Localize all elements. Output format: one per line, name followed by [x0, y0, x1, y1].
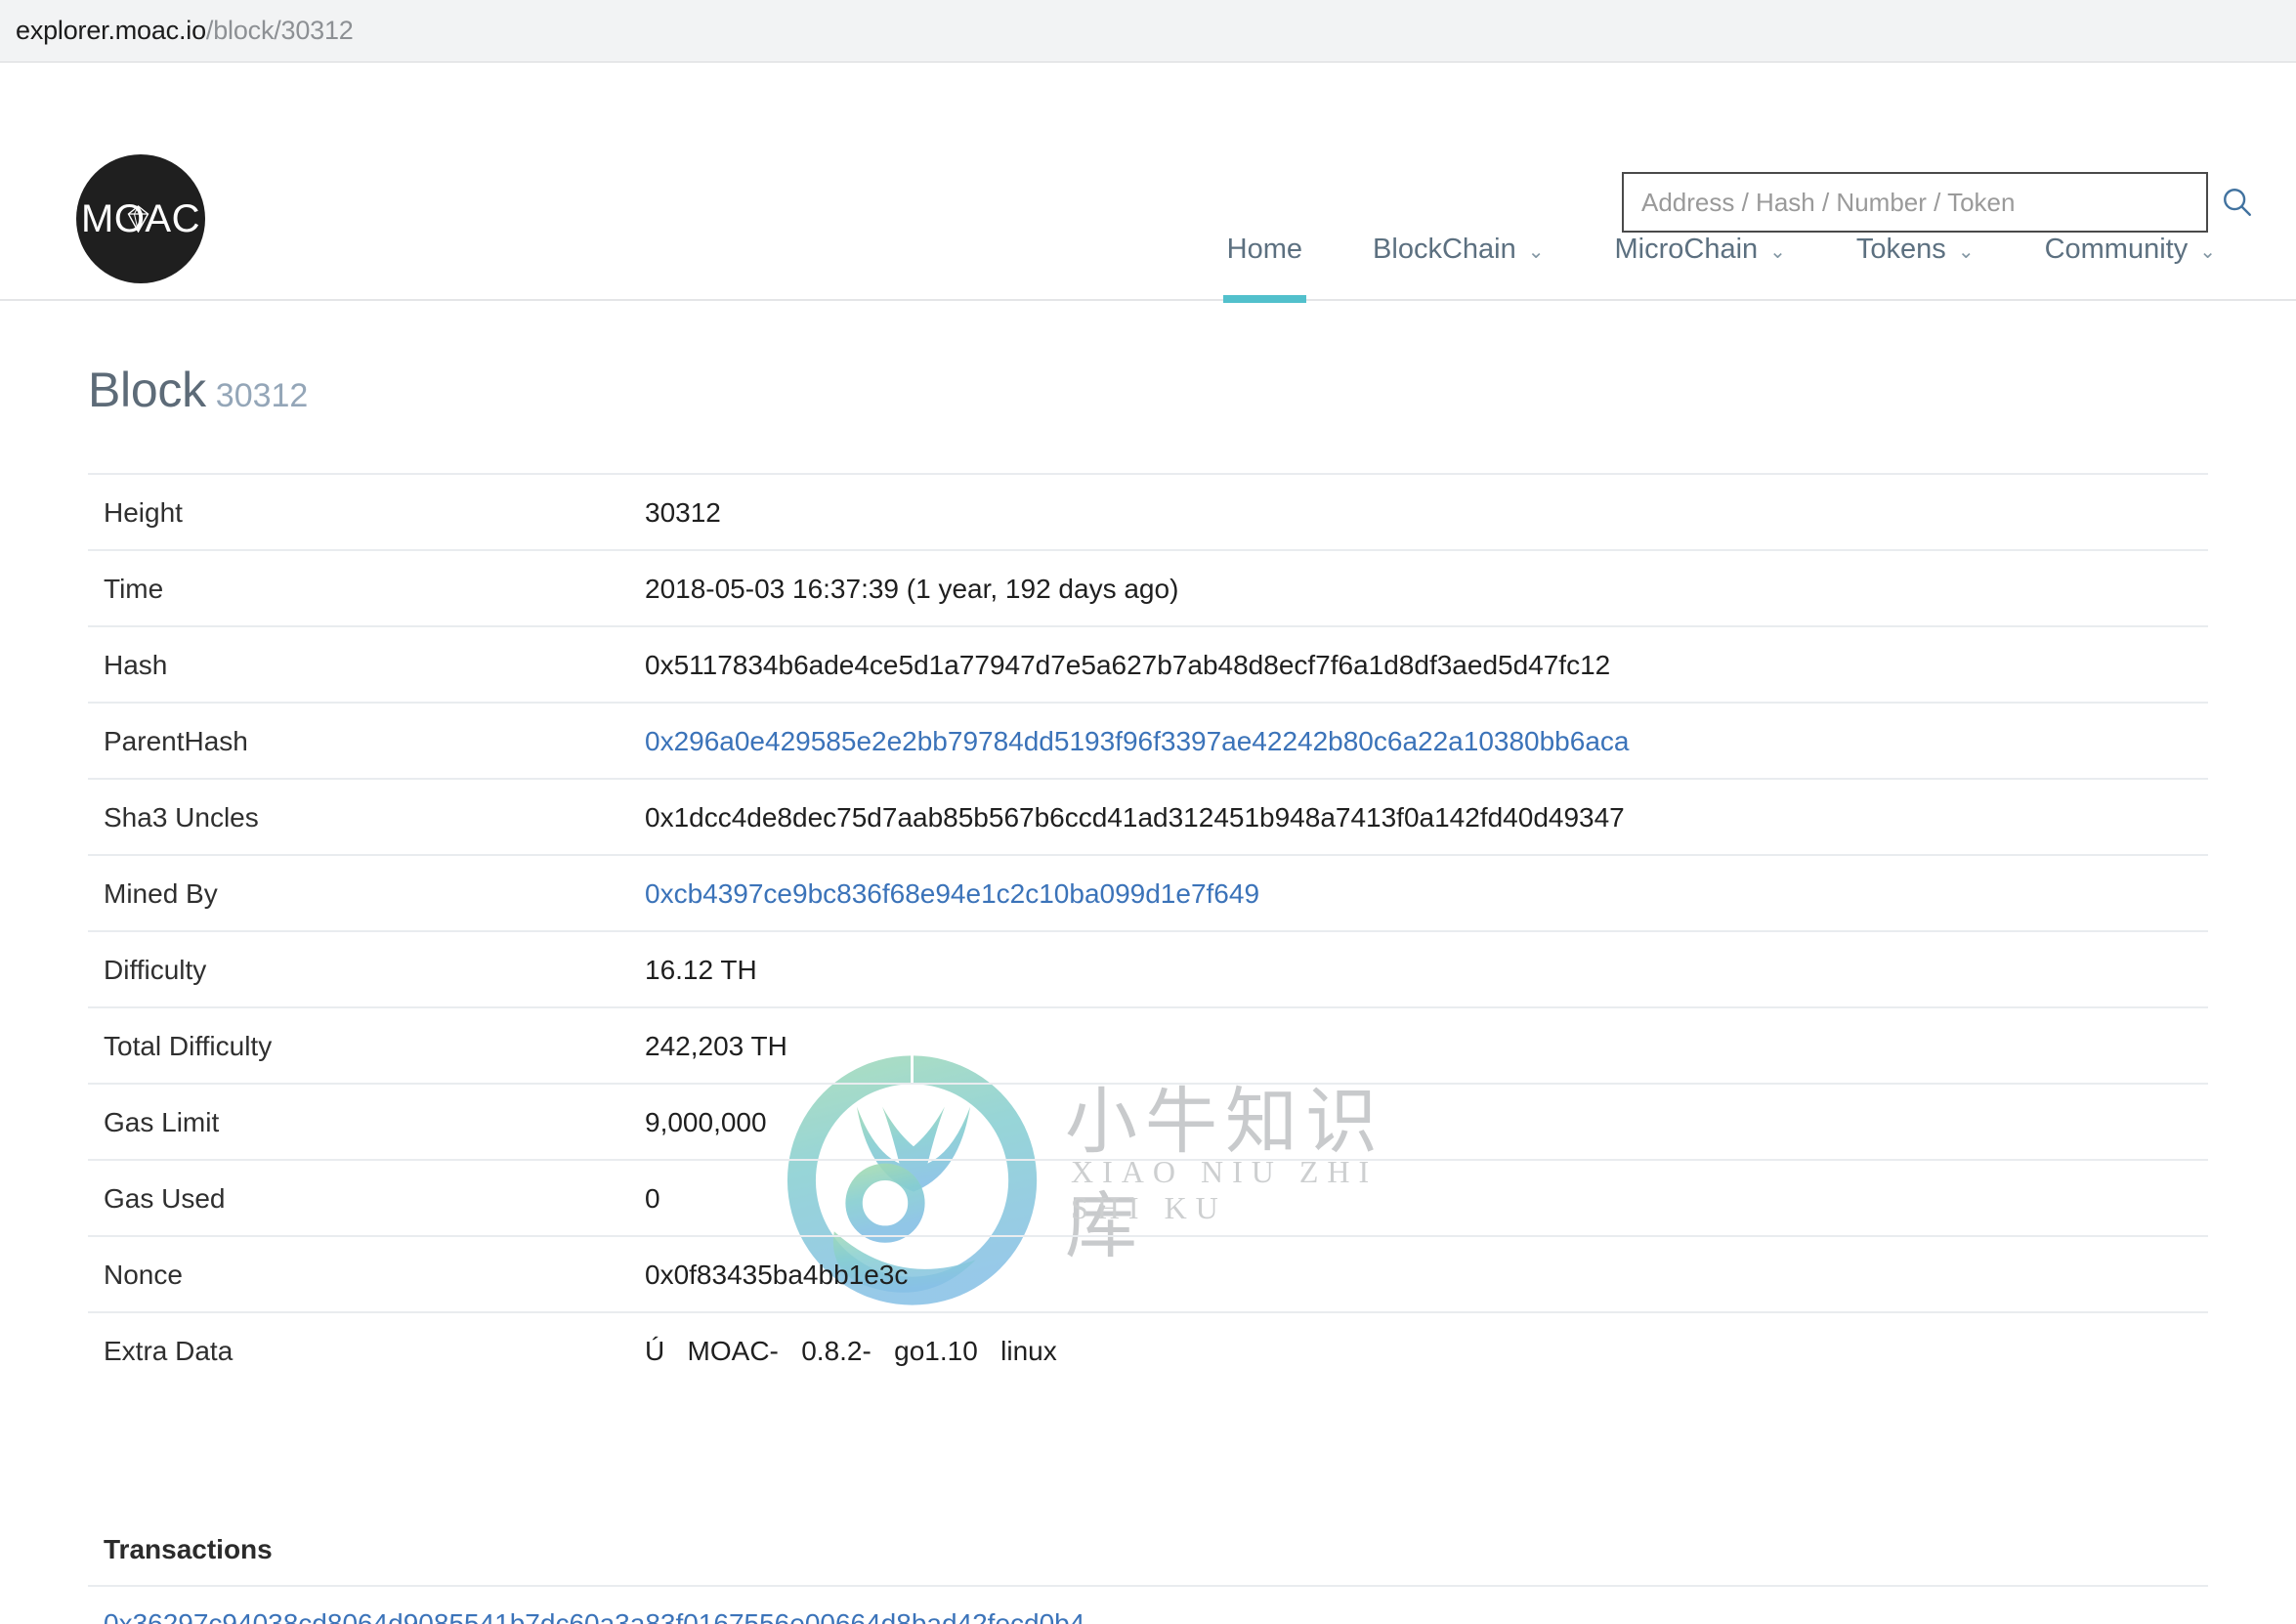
row-value: 0x0f83435ba4bb1e3c [645, 1260, 909, 1290]
table-row: Mined By 0xcb4397ce9bc836f68e94e1c2c10ba… [88, 855, 2208, 931]
mined-by-link[interactable]: 0xcb4397ce9bc836f68e94e1c2c10ba099d1e7f6… [645, 878, 1259, 909]
site-header: MOAC Home BlockChain ⌄ MicroChain [0, 63, 2296, 303]
row-value: 2018-05-03 16:37:39 (1 year, 192 days ag… [645, 574, 1179, 604]
block-detail-table: Height 30312 Time 2018-05-03 16:37:39 (1… [88, 473, 2208, 1388]
parent-hash-link[interactable]: 0x296a0e429585e2e2bb79784dd5193f96f3397a… [645, 726, 1629, 756]
row-value: 0x296a0e429585e2e2bb79784dd5193f96f3397a… [645, 703, 2208, 779]
nav-item-home[interactable]: Home [1192, 234, 1338, 303]
page-title: Block 30312 [88, 301, 2208, 473]
transaction-cell: 0x36297c94038cd8064d9085541b7dc60a3a83f0… [88, 1586, 2208, 1624]
row-label: Difficulty [104, 955, 207, 985]
table-row: Extra Data Ú MOAC- 0.8.2- go1.10 linux [88, 1312, 2208, 1388]
main-navigation: Home BlockChain ⌄ MicroChain ⌄ Tokens ⌄ … [1192, 201, 2251, 303]
page-title-number: 30312 [215, 377, 309, 414]
table-row: Total Difficulty 242,203 TH [88, 1007, 2208, 1084]
row-value: 9,000,000 [645, 1107, 767, 1137]
row-value: 0x5117834b6ade4ce5d1a77947d7e5a627b7ab48… [645, 650, 1611, 680]
row-label: Gas Used [104, 1183, 226, 1214]
chevron-down-icon: ⌄ [1527, 241, 1545, 263]
table-row: 0x36297c94038cd8064d9085541b7dc60a3a83f0… [88, 1586, 2208, 1624]
nav-label: Home [1226, 234, 1303, 265]
url-text: explorer.moac.io/block/30312 [16, 16, 354, 46]
row-label: Gas Limit [104, 1107, 220, 1137]
transaction-hash-link[interactable]: 0x36297c94038cd8064d9085541b7dc60a3a83f0… [104, 1608, 1084, 1624]
page-body: 小牛知识库 XIAO NIU ZHI SHI KU Block 30312 Hei… [0, 301, 2296, 1624]
row-label: Height [104, 497, 183, 528]
nav-item-blockchain[interactable]: BlockChain ⌄ [1338, 234, 1579, 299]
nav-item-tokens[interactable]: Tokens ⌄ [1821, 234, 2010, 299]
table-row: Nonce 0x0f83435ba4bb1e3c [88, 1236, 2208, 1312]
row-label: Sha3 Uncles [104, 802, 259, 833]
row-value: 0xcb4397ce9bc836f68e94e1c2c10ba099d1e7f6… [645, 855, 2208, 931]
table-row: Difficulty 16.12 TH [88, 931, 2208, 1007]
table-row: Gas Used 0 [88, 1160, 2208, 1236]
nav-label: MicroChain [1614, 234, 1759, 265]
table-row: Hash 0x5117834b6ade4ce5d1a77947d7e5a627b… [88, 626, 2208, 703]
nav-item-community[interactable]: Community ⌄ [2010, 234, 2251, 299]
row-label: Extra Data [104, 1336, 234, 1366]
row-value: 0x1dcc4de8dec75d7aab85b567b6ccd41ad31245… [645, 802, 1625, 833]
table-row: Time 2018-05-03 16:37:39 (1 year, 192 da… [88, 550, 2208, 626]
table-row: Sha3 Uncles 0x1dcc4de8dec75d7aab85b567b6… [88, 779, 2208, 855]
row-value: 30312 [645, 497, 721, 528]
transactions-section: Transactions 0x36297c94038cd8064d9085541… [88, 1534, 2208, 1624]
nav-item-microchain[interactable]: MicroChain ⌄ [1579, 234, 1820, 299]
row-label: Hash [104, 650, 168, 680]
moac-logo[interactable]: MOAC [76, 154, 205, 283]
row-value: 242,203 TH [645, 1031, 787, 1061]
nav-label: Community [2044, 234, 2189, 265]
chevron-down-icon: ⌄ [1769, 241, 1786, 263]
table-row: Height 30312 [88, 474, 2208, 550]
logo-label: MOAC [81, 196, 200, 240]
browser-url-bar[interactable]: explorer.moac.io/block/30312 [0, 0, 2296, 63]
chevron-down-icon: ⌄ [2199, 241, 2216, 263]
transactions-heading: Transactions [104, 1534, 273, 1564]
row-label: Mined By [104, 878, 218, 909]
nav-label: Tokens [1855, 234, 1946, 265]
page-title-text: Block [88, 363, 206, 417]
url-domain: explorer.moac.io [16, 16, 206, 45]
row-label: ParentHash [104, 726, 248, 756]
row-label: Total Difficulty [104, 1031, 273, 1061]
row-label: Time [104, 574, 164, 604]
row-label: Nonce [104, 1260, 183, 1290]
nav-label: BlockChain [1373, 234, 1516, 265]
row-value: 16.12 TH [645, 955, 757, 985]
table-row: ParentHash 0x296a0e429585e2e2bb79784dd51… [88, 703, 2208, 779]
table-row: Gas Limit 9,000,000 [88, 1084, 2208, 1160]
row-value: 0 [645, 1183, 660, 1214]
chevron-down-icon: ⌄ [1957, 241, 1975, 263]
url-path: /block/30312 [205, 16, 354, 45]
row-value: Ú MOAC- 0.8.2- go1.10 linux [645, 1336, 1057, 1366]
transactions-table: 0x36297c94038cd8064d9085541b7dc60a3a83f0… [88, 1585, 2208, 1624]
